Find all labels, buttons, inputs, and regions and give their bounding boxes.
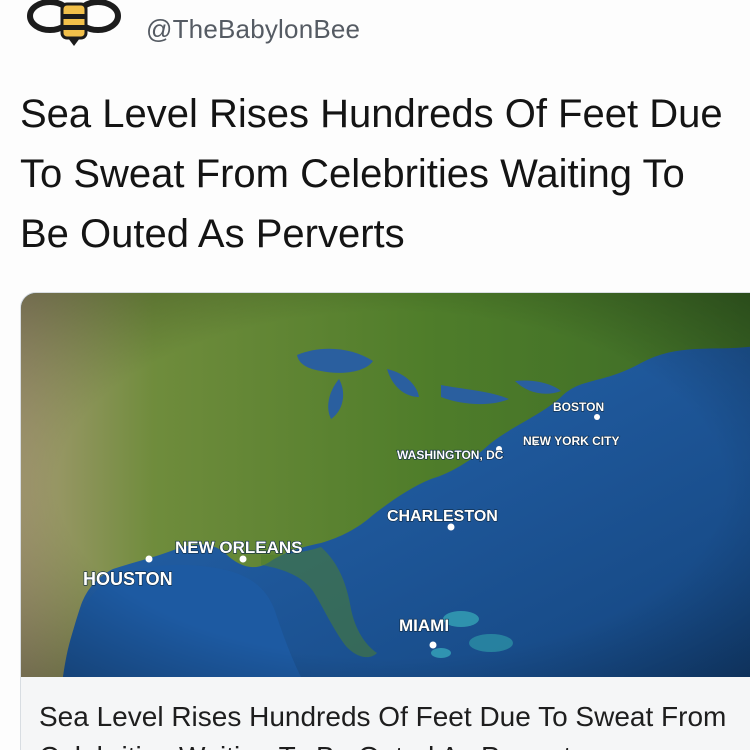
houston-dot xyxy=(145,555,153,563)
post-header: @TheBabylonBee xyxy=(0,0,750,62)
city-label-new-york-city: NEW YORK CITY xyxy=(523,434,619,448)
city-label-washington-dc: WASHINGTON, DC xyxy=(397,448,504,462)
miami-dot xyxy=(429,641,437,649)
city-label-boston: BOSTON xyxy=(553,400,604,414)
city-label-charleston: CHARLESTON xyxy=(387,508,498,525)
bee-logo-icon[interactable] xyxy=(26,0,122,46)
link-card-title[interactable]: Sea Level Rises Hundreds Of Feet Due To … xyxy=(39,697,739,750)
account-handle[interactable]: @TheBabylonBee xyxy=(146,14,360,45)
post-screenshot: @TheBabylonBee Sea Level Rises Hundreds … xyxy=(0,0,750,750)
city-label-new-orleans: NEW ORLEANS xyxy=(175,538,303,557)
link-preview-card[interactable]: BOSTON NEW YORK CITY WASHINGTON, DC CHAR… xyxy=(20,292,750,750)
city-label-houston: HOUSTON xyxy=(83,569,173,589)
sea-level-map-image: BOSTON NEW YORK CITY WASHINGTON, DC CHAR… xyxy=(21,293,750,677)
city-label-miami: MIAMI xyxy=(399,616,449,635)
boston-dot xyxy=(594,414,600,420)
post-headline: Sea Level Rises Hundreds Of Feet Due To … xyxy=(20,92,723,256)
